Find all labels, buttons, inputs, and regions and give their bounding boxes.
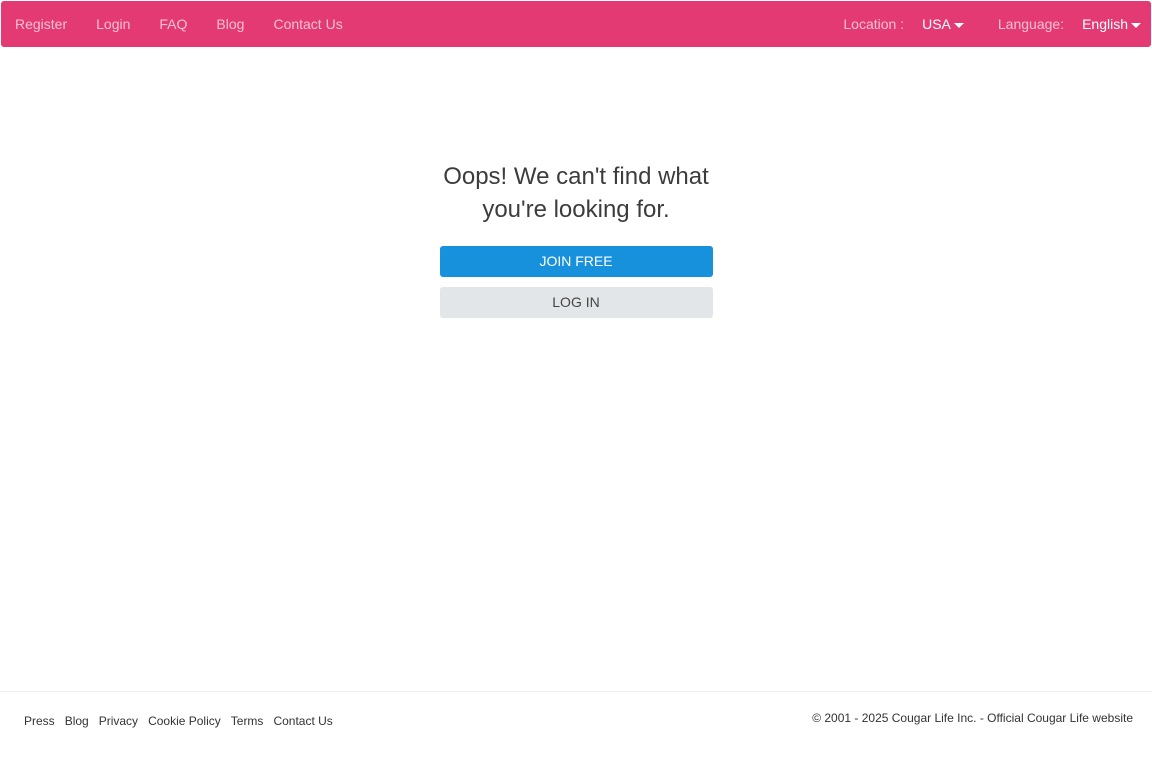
caret-down-icon [953,22,964,28]
log-in-button[interactable]: LOG IN [439,287,713,318]
copyright-text: © 2001 - 2025 Cougar Life Inc. - Officia… [812,711,1133,725]
caret-down-icon [1131,22,1141,28]
nav-link-register[interactable]: Register [15,16,67,32]
footer-link-contact[interactable]: Contact Us [273,714,332,728]
nav-links: Register Login FAQ Blog Contact Us [1,1,358,47]
error-content: Oops! We can't find what you're looking … [0,160,1152,318]
footer-link-terms[interactable]: Terms [231,714,264,728]
location-dropdown[interactable]: USA [922,16,964,32]
location-value: USA [922,16,951,32]
language-value: English [1082,16,1128,32]
language-dropdown[interactable]: English [1082,16,1141,32]
footer: Press Blog Privacy Cookie Policy Terms C… [0,691,1152,768]
nav-link-contact[interactable]: Contact Us [273,16,342,32]
nav-link-blog[interactable]: Blog [216,16,244,32]
nav-settings: Location : USA Language: English [843,1,1151,47]
footer-link-cookie-policy[interactable]: Cookie Policy [148,714,221,728]
footer-links: Press Blog Privacy Cookie Policy Terms C… [24,714,343,728]
footer-link-press[interactable]: Press [24,714,55,728]
location-label: Location : [843,16,905,32]
footer-link-blog[interactable]: Blog [65,714,89,728]
nav-link-faq[interactable]: FAQ [159,16,187,32]
top-navbar: Register Login FAQ Blog Contact Us Locat… [1,1,1151,47]
nav-link-login[interactable]: Login [96,16,130,32]
language-label: Language: [997,16,1065,32]
page-title: Oops! We can't find what you're looking … [443,163,709,223]
footer-link-privacy[interactable]: Privacy [99,714,138,728]
join-free-button[interactable]: JOIN FREE [439,246,713,277]
